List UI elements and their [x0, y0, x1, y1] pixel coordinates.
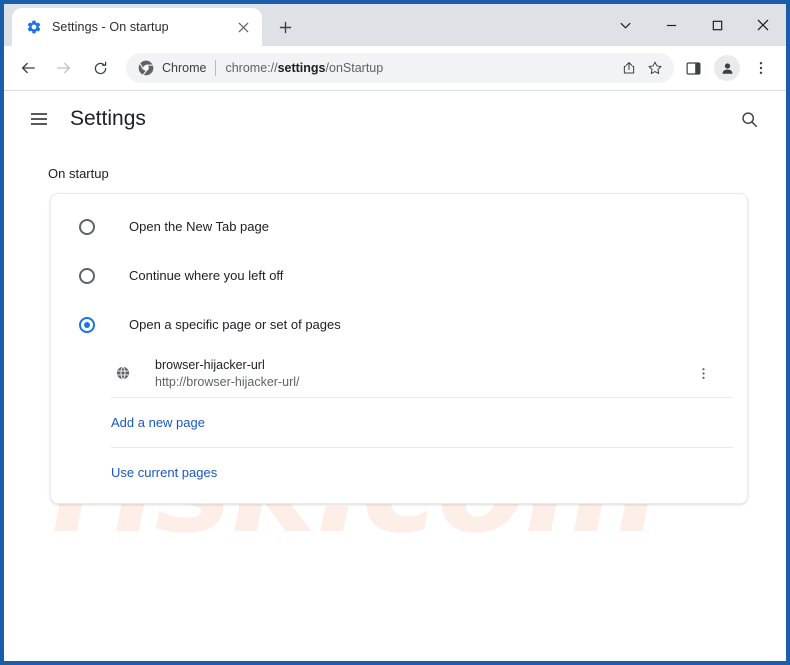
startup-option-new-tab[interactable]: Open the New Tab page	[51, 202, 747, 251]
close-tab-button[interactable]	[232, 16, 254, 38]
use-current-pages-row[interactable]: Use current pages	[51, 448, 747, 497]
browser-toolbar: Chrome chrome://settings/onStartup	[4, 46, 786, 91]
startup-option-label: Continue where you left off	[129, 268, 284, 283]
page-title: Settings	[70, 107, 146, 130]
avatar	[714, 55, 740, 81]
share-icon[interactable]	[616, 55, 642, 81]
url-suffix: /onStartup	[325, 61, 384, 75]
address-bar[interactable]: Chrome chrome://settings/onStartup	[126, 53, 674, 83]
startup-option-continue[interactable]: Continue where you left off	[51, 251, 747, 300]
radio-button[interactable]	[79, 218, 95, 235]
window-controls	[602, 4, 786, 46]
tab-search-button[interactable]	[602, 7, 648, 43]
startup-option-specific-pages[interactable]: Open a specific page or set of pages	[51, 300, 747, 349]
tab-strip: Settings - On startup	[4, 4, 786, 46]
reload-button[interactable]	[84, 52, 116, 84]
startup-page-name: browser-hijacker-url	[155, 357, 265, 372]
omnibox-url: chrome://settings/onStartup	[225, 61, 616, 75]
section-label: On startup	[48, 166, 109, 181]
forward-button	[48, 52, 80, 84]
omnibox-separator	[215, 60, 217, 76]
startup-option-label: Open the New Tab page	[129, 219, 269, 234]
add-a-new-page-row[interactable]: Add a new page	[51, 398, 747, 447]
side-panel-button[interactable]	[678, 53, 708, 83]
url-prefix: chrome://	[225, 61, 278, 75]
chrome-menu-button[interactable]	[746, 53, 776, 83]
omnibox-chip-label: Chrome	[162, 61, 207, 75]
back-button[interactable]	[12, 52, 44, 84]
browser-window-inner: Settings - On startup Chrome chrome://se…	[4, 4, 786, 661]
close-window-button[interactable]	[740, 7, 786, 43]
add-a-new-page-link[interactable]: Add a new page	[111, 415, 205, 430]
profile-button[interactable]	[712, 53, 742, 83]
browser-window: Settings - On startup Chrome chrome://se…	[0, 0, 790, 665]
startup-page-texts: browser-hijacker-url http://browser-hija…	[155, 358, 689, 389]
startup-option-label: Open a specific page or set of pages	[129, 317, 341, 332]
radio-button-selected[interactable]	[79, 316, 95, 333]
gear-icon	[26, 19, 42, 35]
minimize-button[interactable]	[648, 7, 694, 43]
radio-button[interactable]	[79, 267, 95, 284]
startup-page-url: http://browser-hijacker-url/	[155, 374, 300, 389]
url-bold-part: settings	[277, 61, 326, 75]
browser-tab[interactable]: Settings - On startup	[12, 8, 262, 46]
star-icon[interactable]	[642, 55, 668, 81]
search-icon[interactable]	[734, 104, 764, 134]
new-tab-button[interactable]	[270, 12, 300, 42]
hamburger-menu-icon[interactable]	[26, 106, 52, 132]
tab-title: Settings - On startup	[52, 20, 169, 34]
use-current-pages-link[interactable]: Use current pages	[111, 465, 217, 480]
settings-header: Settings	[4, 91, 786, 147]
omnibox-actions	[616, 55, 668, 81]
startup-page-row: browser-hijacker-url http://browser-hija…	[51, 349, 747, 397]
on-startup-card: Open the New Tab page Continue where you…	[50, 193, 748, 504]
startup-page-more-actions-button[interactable]	[689, 359, 717, 387]
maximize-button[interactable]	[694, 7, 740, 43]
settings-page: PC risk.com Settings On startup Open th	[4, 91, 786, 657]
chrome-logo-icon	[138, 60, 154, 76]
globe-icon	[115, 365, 131, 381]
